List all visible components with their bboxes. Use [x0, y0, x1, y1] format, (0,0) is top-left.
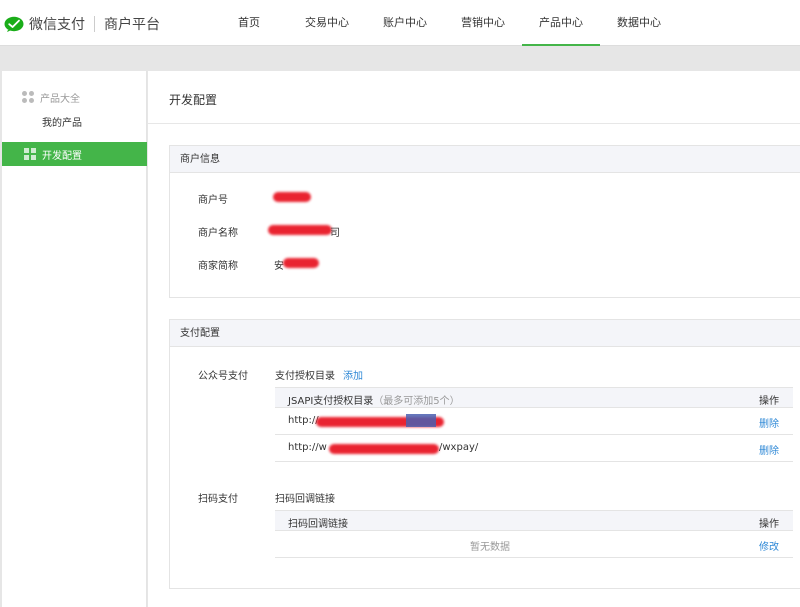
table-header-cell: 扫码回调链接	[288, 519, 348, 530]
directory-url-prefix: http://	[288, 415, 319, 426]
redaction-mark	[283, 258, 319, 268]
empty-state-text: 暂无数据	[470, 542, 510, 553]
main-content: 开发配置 商户信息 商户号 商户名称 司 商家简称 安 支付配置 公众号支付 支…	[148, 71, 800, 607]
table-row: http://w /wxpay/ 删除	[275, 435, 793, 462]
table-header-action: 操作	[759, 396, 779, 407]
table-row: 暂无数据 修改	[275, 531, 793, 558]
nav-item-product-center[interactable]: 产品中心	[522, 0, 600, 46]
edit-link[interactable]: 修改	[759, 538, 779, 553]
nav-item-data-center[interactable]: 数据中心	[600, 0, 678, 46]
scan-callback-label: 扫码回调链接	[275, 494, 335, 505]
grid-icon	[24, 148, 36, 160]
auth-directory-label: 支付授权目录	[275, 371, 335, 382]
page-title: 开发配置	[169, 93, 218, 107]
add-auth-directory-link[interactable]: 添加	[343, 367, 363, 382]
panel-title: 商户信息	[170, 146, 800, 173]
brand-logo[interactable]: 微信支付 商户平台	[4, 14, 160, 34]
redaction-mark	[268, 225, 332, 235]
sidebar-item-label: 开发配置	[42, 150, 82, 162]
apps-grid-icon	[22, 91, 34, 103]
jsapi-directory-table: JSAPI支付授权目录（最多可添加5个） 操作 http:// 删除 http:…	[275, 387, 793, 462]
scan-callback-table: 扫码回调链接 操作 暂无数据 修改	[275, 510, 793, 558]
nav-item-home[interactable]: 首页	[210, 0, 288, 46]
nav-item-trade-center[interactable]: 交易中心	[288, 0, 366, 46]
scan-pay-label: 扫码支付	[198, 494, 238, 505]
table-header: 扫码回调链接 操作	[275, 510, 793, 531]
nav-item-account-center[interactable]: 账户中心	[366, 0, 444, 46]
table-row: http:// 删除	[275, 408, 793, 435]
sidebar-group-label: 产品大全	[40, 93, 80, 105]
redaction-mark	[273, 192, 311, 202]
delete-link[interactable]: 删除	[759, 415, 779, 430]
merchant-id-label: 商户号	[198, 195, 228, 206]
official-account-pay-label: 公众号支付	[198, 371, 248, 382]
sidebar-group-products: 产品大全	[2, 89, 147, 105]
merchant-info-panel: 商户信息 商户号 商户名称 司 商家简称 安	[169, 145, 800, 298]
directory-url-prefix: http://w	[288, 442, 327, 453]
table-header: JSAPI支付授权目录（最多可添加5个） 操作	[275, 387, 793, 408]
redaction-mark	[329, 444, 439, 454]
panel-title: 支付配置	[170, 320, 800, 347]
merchant-name-label: 商户名称	[198, 228, 238, 239]
logo-divider	[94, 16, 95, 32]
nav-item-marketing-center[interactable]: 营销中心	[444, 0, 522, 46]
title-divider	[148, 123, 800, 124]
table-header-action: 操作	[759, 519, 779, 530]
app-subtitle: 商户平台	[104, 17, 160, 33]
sidebar: 产品大全 我的产品 开发配置	[2, 71, 147, 607]
app-title: 微信支付	[29, 17, 85, 33]
delete-link[interactable]: 删除	[759, 442, 779, 457]
table-header-cell: JSAPI支付授权目录（最多可添加5个）	[288, 396, 460, 407]
merchant-short-name-label: 商家简称	[198, 261, 238, 272]
directory-url-suffix: /wxpay/	[439, 442, 479, 453]
sidebar-item-my-products[interactable]: 我的产品	[42, 114, 82, 129]
header-spacer	[0, 46, 800, 70]
redaction-mark	[406, 414, 436, 427]
sidebar-item-dev-config[interactable]: 开发配置	[2, 142, 147, 166]
main-nav: 首页 交易中心 账户中心 营销中心 产品中心 数据中心	[210, 0, 678, 46]
wechat-pay-icon	[4, 16, 24, 32]
top-bar: 微信支付 商户平台 首页 交易中心 账户中心 营销中心 产品中心 数据中心	[0, 0, 800, 46]
payment-config-panel: 支付配置 公众号支付 支付授权目录 添加 JSAPI支付授权目录（最多可添加5个…	[169, 319, 800, 589]
merchant-name-suffix: 司	[330, 228, 340, 239]
